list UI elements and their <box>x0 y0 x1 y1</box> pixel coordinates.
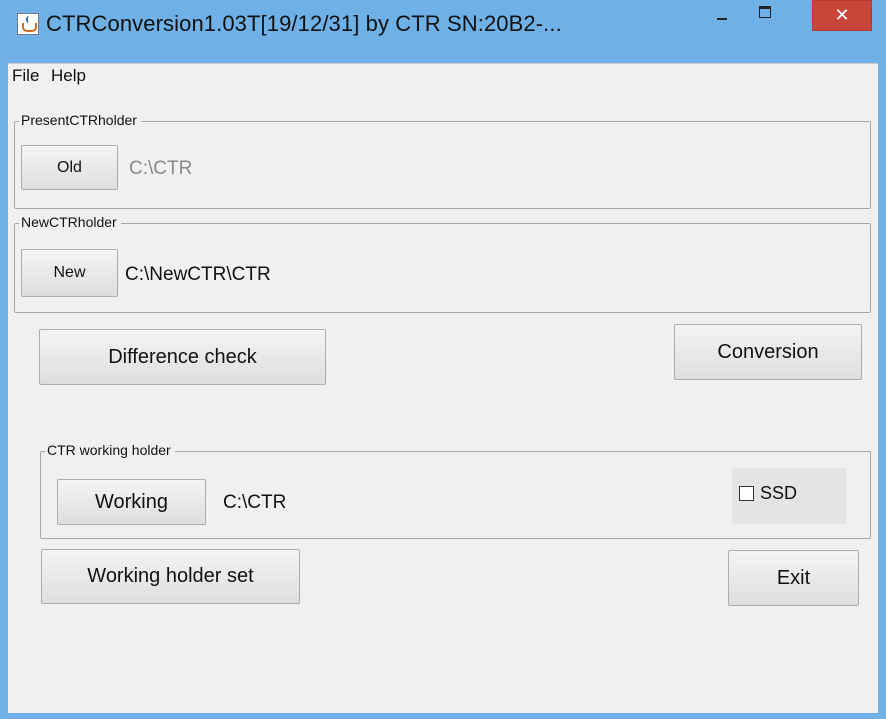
new-holder-path: C:\NewCTR\CTR <box>125 264 271 285</box>
present-holder-group-title: PresentCTRholder <box>19 112 141 128</box>
working-holder-set-button[interactable]: Working holder set <box>41 549 300 604</box>
present-holder-path: C:\CTR <box>129 158 193 179</box>
old-button[interactable]: Old <box>21 145 118 190</box>
new-button[interactable]: New <box>21 249 118 297</box>
menu-file[interactable]: File <box>12 66 39 86</box>
window-title: CTRConversion1.03T[19/12/31] by CTR SN:2… <box>46 11 562 36</box>
new-holder-group-title: NewCTRholder <box>19 214 121 230</box>
ssd-checkbox-label[interactable]: SSD <box>760 483 797 504</box>
main-window-content: File Help PresentCTRholder Old C:\CTR Ne… <box>8 63 878 713</box>
minimize-button[interactable] <box>707 0 737 32</box>
working-holder-path: C:\CTR <box>223 492 287 513</box>
title-bar: CTRConversion1.03T[19/12/31] by CTR SN:2… <box>0 0 886 63</box>
new-holder-group: NewCTRholder New C:\NewCTR\CTR <box>14 214 871 313</box>
ssd-checkbox-box[interactable] <box>739 486 754 501</box>
conversion-button[interactable]: Conversion <box>674 324 862 380</box>
menu-help[interactable]: Help <box>51 66 86 86</box>
maximize-button[interactable] <box>750 0 780 32</box>
close-button[interactable]: ✕ <box>812 0 872 31</box>
difference-check-button[interactable]: Difference check <box>39 329 326 385</box>
exit-button[interactable]: Exit <box>728 550 859 606</box>
ssd-checkbox[interactable]: SSD <box>732 468 846 524</box>
menu-bar: File Help <box>8 64 878 88</box>
working-button[interactable]: Working <box>57 479 206 525</box>
present-holder-group: PresentCTRholder Old C:\CTR <box>14 112 871 209</box>
java-cup-icon <box>17 13 39 35</box>
working-holder-group-title: CTR working holder <box>45 442 175 458</box>
